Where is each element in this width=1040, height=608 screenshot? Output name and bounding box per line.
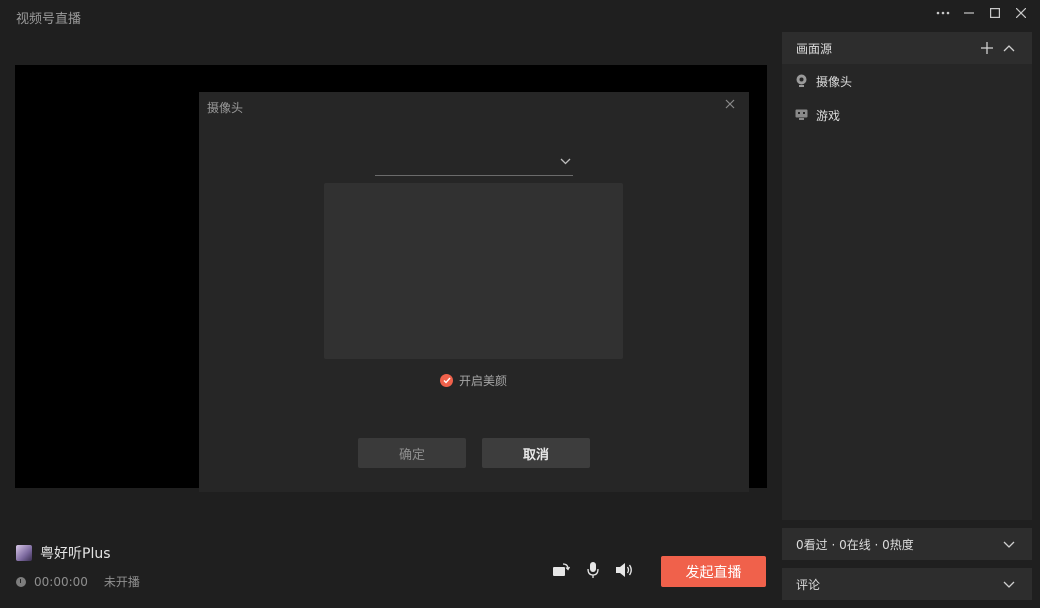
- go-live-button[interactable]: 发起直播: [661, 556, 766, 587]
- camera-select[interactable]: [375, 146, 573, 176]
- speaker-icon[interactable]: [614, 561, 634, 579]
- source-panel-title: 画面源: [796, 41, 833, 56]
- beauty-toggle[interactable]: 开启美颜: [440, 372, 507, 389]
- more-icon[interactable]: [930, 4, 956, 22]
- window-controls: [930, 4, 1034, 22]
- stats-bar[interactable]: 0看过 · 0在线 · 0热度: [782, 528, 1032, 560]
- close-icon[interactable]: [1008, 4, 1034, 22]
- comments-label: 评论: [796, 577, 821, 592]
- camera-preview: [324, 183, 623, 359]
- source-header: 画面源: [782, 32, 1032, 64]
- live-status: 未开播: [103, 575, 140, 589]
- source-item-label: 游戏: [816, 108, 841, 123]
- game-icon: [794, 108, 808, 122]
- dialog-close-icon[interactable]: [725, 98, 737, 110]
- user-profile[interactable]: 粤好听Plus: [16, 543, 111, 563]
- chevron-down-icon: [560, 154, 571, 169]
- camera-dialog: 摄像头 开启美颜 确定 取消: [199, 92, 749, 492]
- dialog-title: 摄像头: [207, 101, 244, 115]
- user-name: 粤好听Plus: [40, 546, 111, 562]
- add-icon[interactable]: [976, 37, 998, 59]
- timer-value: 00:00:00: [34, 574, 88, 589]
- source-item-label: 摄像头: [816, 74, 853, 89]
- chevron-up-icon[interactable]: [998, 37, 1020, 59]
- minimize-icon[interactable]: [956, 4, 982, 22]
- webcam-icon: [794, 74, 808, 88]
- avatar: [16, 545, 32, 561]
- confirm-button[interactable]: 确定: [358, 438, 466, 468]
- clock-icon: [16, 576, 26, 587]
- maximize-icon[interactable]: [982, 4, 1008, 22]
- check-icon: [440, 374, 453, 387]
- comments-bar[interactable]: 评论: [782, 568, 1032, 600]
- cancel-button[interactable]: 取消: [482, 438, 590, 468]
- source-item-camera[interactable]: 摄像头: [782, 64, 1032, 98]
- source-item-game[interactable]: 游戏: [782, 98, 1032, 132]
- source-panel: 画面源 摄像头 游戏: [782, 32, 1032, 520]
- microphone-icon[interactable]: [583, 561, 603, 579]
- chevron-down-icon: [998, 573, 1020, 595]
- chevron-down-icon: [998, 533, 1020, 555]
- app-title: 视频号直播: [16, 12, 82, 27]
- beauty-label: 开启美颜: [459, 374, 508, 388]
- stats-text: 0看过 · 0在线 · 0热度: [796, 537, 914, 552]
- live-timer: 00:00:00 未开播: [16, 573, 140, 590]
- rotate-camera-icon[interactable]: [551, 561, 571, 579]
